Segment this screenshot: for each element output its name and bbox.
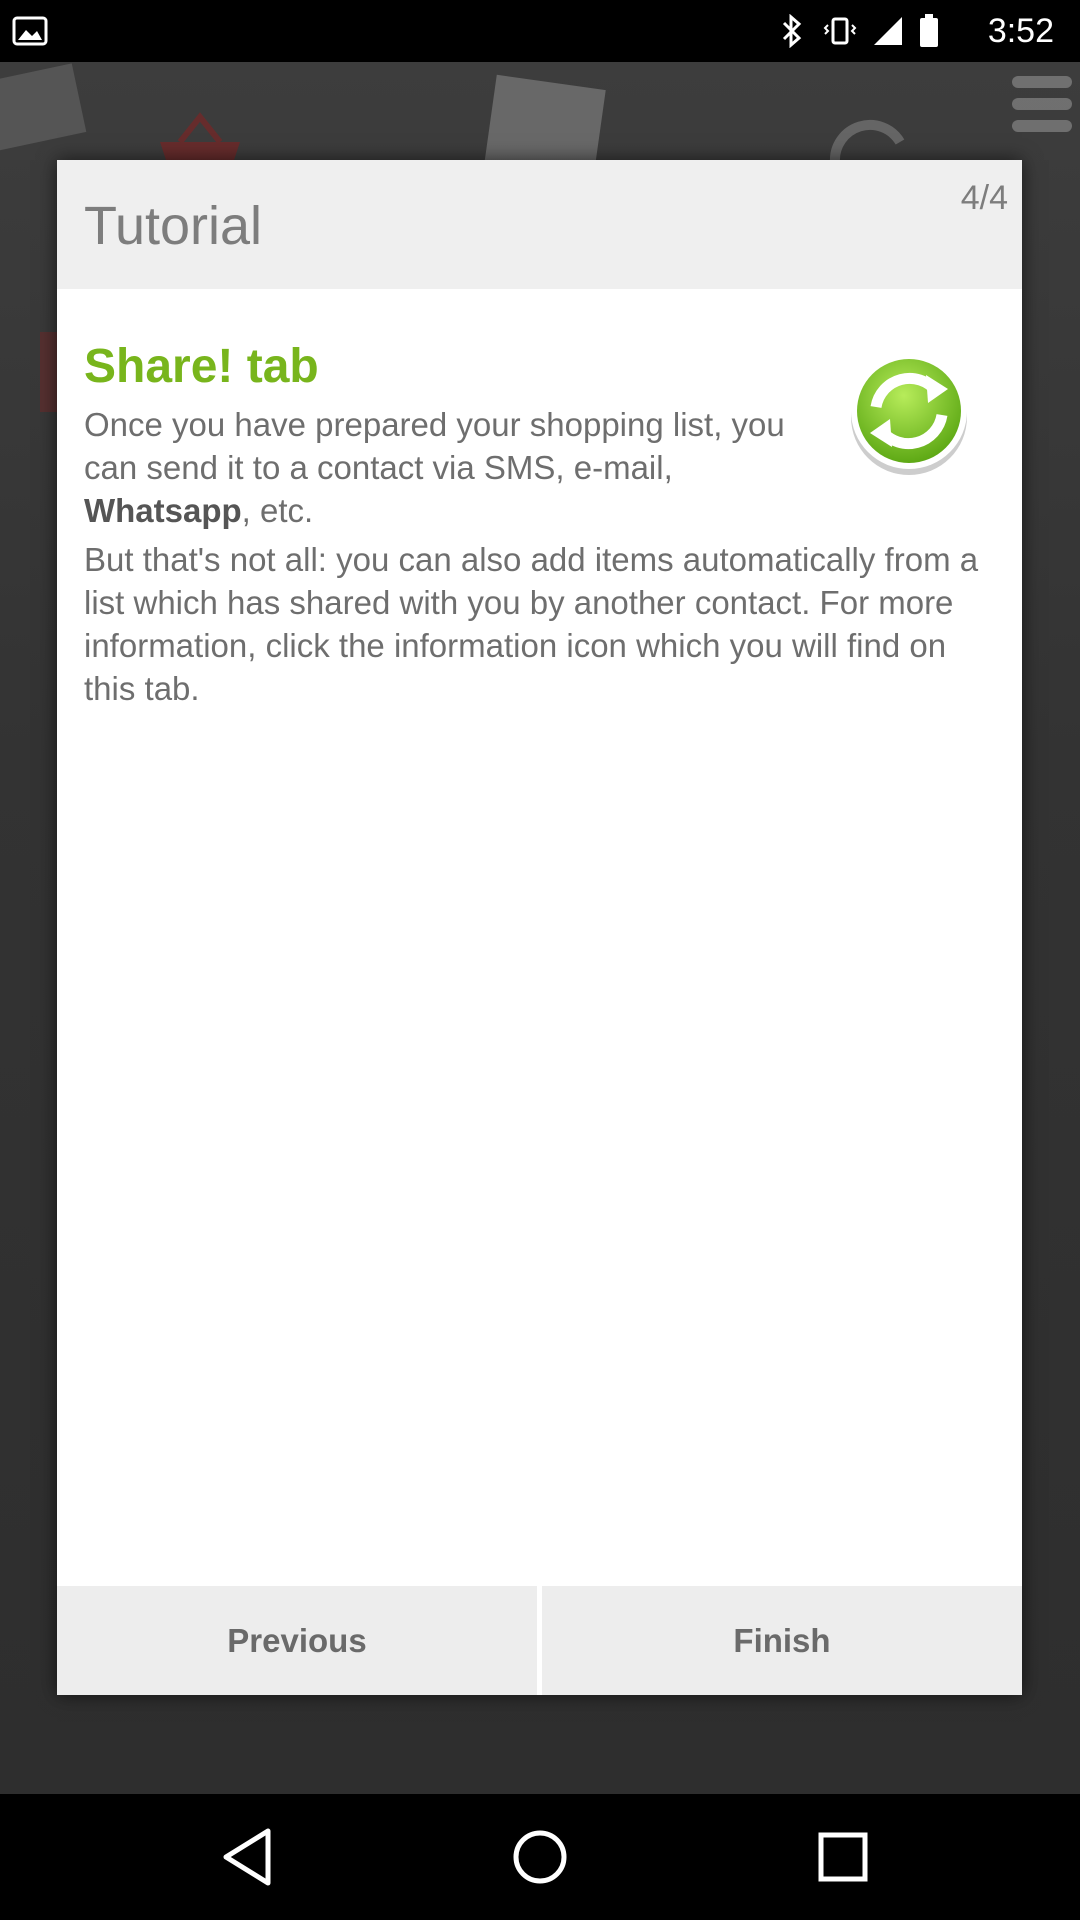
gallery-notification-icon <box>0 0 60 62</box>
status-bar: 3:52 <box>0 0 1080 62</box>
paragraph-share-intro-suffix: , etc. <box>241 492 314 529</box>
section-heading: Share! tab <box>84 340 319 393</box>
back-icon[interactable] <box>212 1822 282 1892</box>
refresh-icon <box>844 349 974 479</box>
background-menu-icon <box>1012 70 1072 140</box>
signal-icon <box>868 0 908 62</box>
paragraph-share-intro: Once you have prepared your shopping lis… <box>84 403 804 532</box>
dialog-title: Tutorial <box>84 196 263 256</box>
dialog-header: Tutorial 4/4 <box>57 160 1022 289</box>
bluetooth-icon <box>772 0 812 62</box>
finish-button[interactable]: Finish <box>542 1586 1022 1695</box>
vibrate-icon <box>818 0 862 62</box>
dialog-footer: Previous Finish <box>57 1586 1022 1695</box>
status-time: 3:52 <box>987 11 1054 50</box>
home-icon[interactable] <box>505 1822 575 1892</box>
tutorial-dialog: Tutorial 4/4 Share! tab Once you have pr… <box>57 160 1022 1695</box>
page-indicator: 4/4 <box>960 179 1008 217</box>
battery-icon <box>912 0 946 62</box>
background-card-decoration <box>0 63 87 151</box>
paragraph-share-more: But that's not all: you can also add ite… <box>84 541 979 707</box>
previous-button[interactable]: Previous <box>57 1586 537 1695</box>
screen: 3:52 Tutorial 4/4 Share! tab Once you ha… <box>0 0 1080 1920</box>
navigation-bar <box>0 1794 1080 1920</box>
paragraph-share-intro-bold: Whatsapp <box>84 492 242 529</box>
recents-icon[interactable] <box>808 1822 878 1892</box>
paragraph-share-intro-text: Once you have prepared your shopping lis… <box>84 406 785 486</box>
